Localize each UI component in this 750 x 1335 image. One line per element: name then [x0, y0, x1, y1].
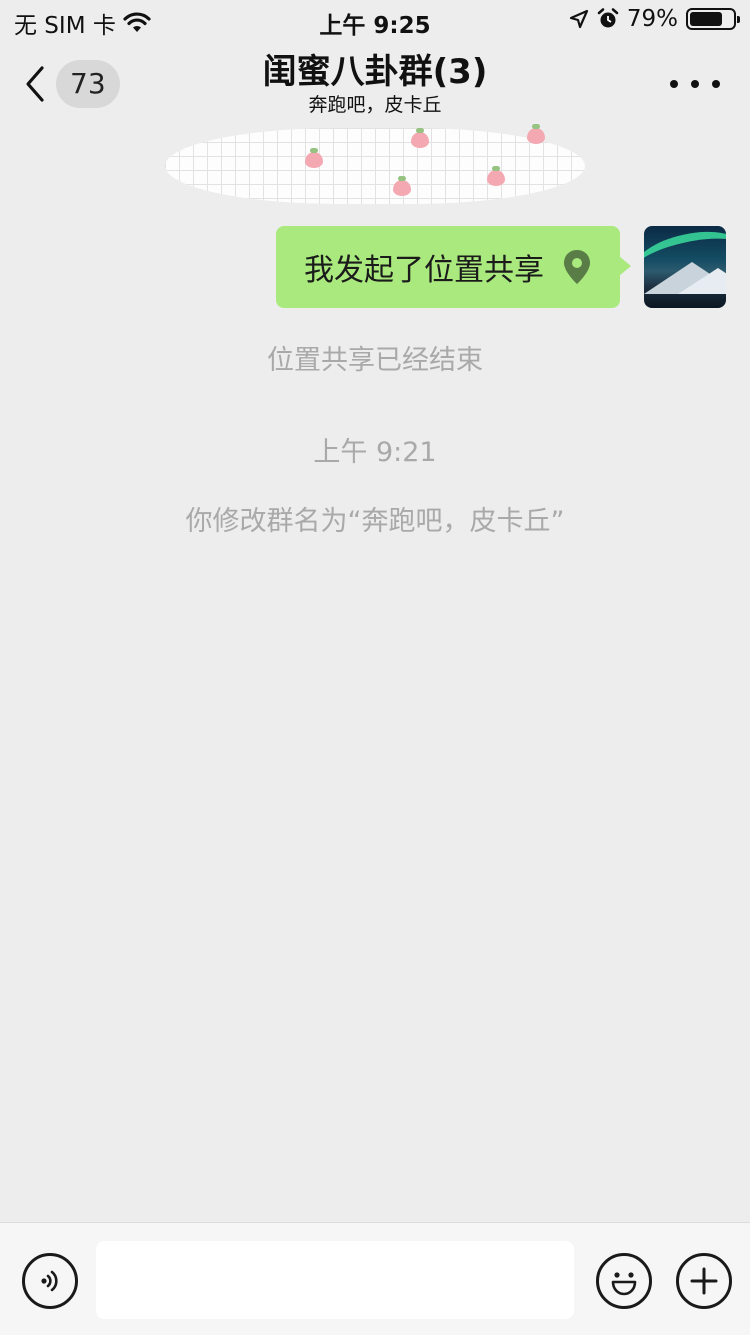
location-pin-icon — [564, 250, 590, 284]
status-bar: 无 SIM 卡 上午 9:25 79% — [0, 0, 750, 40]
sticker-image[interactable] — [165, 124, 585, 204]
avatar[interactable] — [644, 226, 726, 308]
message-text: 我发起了位置共享 — [304, 253, 544, 288]
battery-icon — [686, 8, 740, 30]
message-timestamp: 上午 9:21 — [313, 437, 437, 468]
location-arrow-icon — [569, 9, 588, 29]
strawberry-icon — [487, 166, 505, 186]
battery-percent: 79% — [626, 6, 678, 32]
system-message-location-ended: 位置共享已经结束 — [267, 345, 483, 376]
more-options-button[interactable] — [670, 70, 720, 98]
more-dot-icon — [691, 80, 699, 88]
nav-bar: 73 闺蜜八卦群(3) 奔跑吧，皮卡丘 — [0, 40, 750, 128]
emoji-icon — [611, 1272, 637, 1296]
voice-icon — [41, 1270, 58, 1292]
location-share-bubble[interactable]: 我发起了位置共享 — [276, 226, 631, 308]
chat-title: 闺蜜八卦群(3) — [262, 52, 488, 92]
strawberry-icon — [411, 128, 429, 148]
message-row-self: 我发起了位置共享 — [276, 226, 726, 308]
message-input[interactable] — [96, 1241, 574, 1319]
status-right: 79% — [569, 6, 740, 32]
mountain-decoration — [678, 268, 726, 294]
voice-button[interactable] — [22, 1253, 78, 1309]
chat-subtitle: 奔跑吧，皮卡丘 — [308, 94, 442, 116]
more-functions-button[interactable] — [676, 1253, 732, 1309]
strawberry-icon — [393, 176, 411, 196]
input-bar — [0, 1222, 750, 1335]
more-dot-icon — [670, 80, 678, 88]
system-message-rename: 你修改群名为“奔跑吧，皮卡丘” — [185, 506, 565, 537]
more-dot-icon — [712, 80, 720, 88]
nav-title-group: 闺蜜八卦群(3) 奔跑吧，皮卡丘 — [0, 50, 750, 116]
battery-level — [690, 12, 723, 26]
alarm-icon — [597, 8, 619, 28]
plus-icon — [690, 1267, 718, 1295]
strawberry-icon — [527, 124, 545, 144]
emoji-button[interactable] — [596, 1253, 652, 1309]
strawberry-icon — [305, 148, 323, 168]
